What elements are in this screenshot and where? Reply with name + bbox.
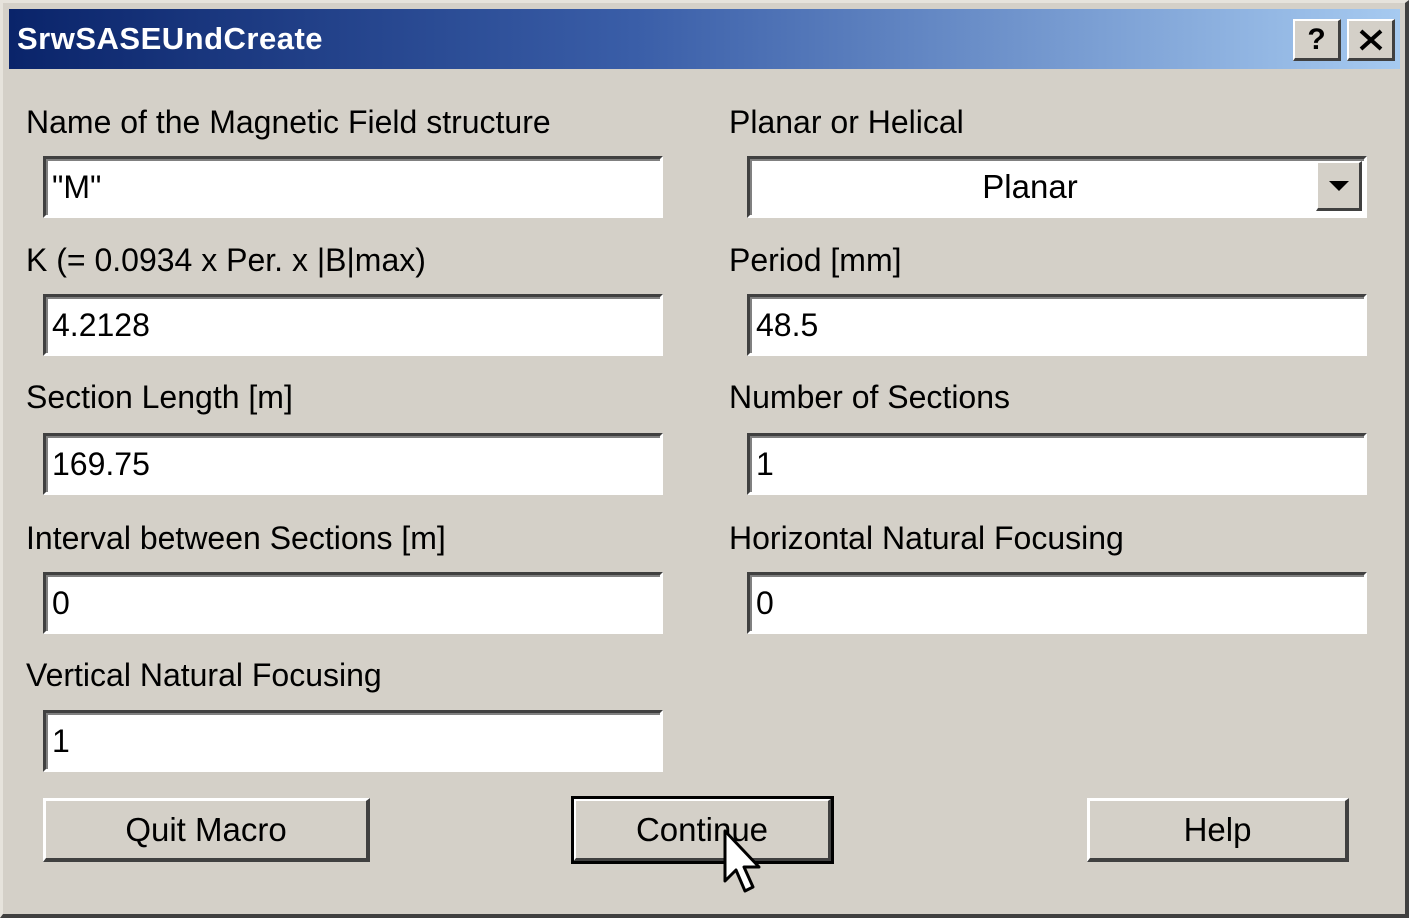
vert-focusing-label: Vertical Natural Focusing <box>26 657 382 693</box>
dialog-window: SrwSASEUndCreate ? Name of the Magnetic … <box>0 0 1409 918</box>
k-value-input[interactable]: 4.2128 <box>43 294 663 356</box>
period-input[interactable]: 48.5 <box>747 294 1367 356</box>
quit-macro-button[interactable]: Quit Macro <box>43 798 370 862</box>
close-icon <box>1359 29 1382 50</box>
k-value-label: K (= 0.0934 x Per. x |B|max) <box>26 242 426 278</box>
mouse-cursor-icon <box>723 829 761 893</box>
vert-focusing-input[interactable]: 1 <box>43 710 663 772</box>
planar-helical-select[interactable]: Planar <box>747 156 1367 218</box>
mag-name-label: Name of the Magnetic Field structure <box>26 104 551 140</box>
interval-label: Interval between Sections [m] <box>26 520 446 556</box>
num-sections-label: Number of Sections <box>729 379 1011 415</box>
section-length-input[interactable]: 169.75 <box>43 433 663 495</box>
horiz-focusing-label: Horizontal Natural Focusing <box>729 520 1124 556</box>
continue-button[interactable]: Continue <box>571 796 834 864</box>
num-sections-input[interactable]: 1 <box>747 433 1367 495</box>
mag-name-input[interactable]: "M" <box>43 156 663 218</box>
chevron-down-icon <box>1328 180 1349 191</box>
dropdown-button[interactable] <box>1316 161 1362 211</box>
planar-helical-value: Planar <box>982 168 1078 205</box>
help-button[interactable]: Help <box>1087 798 1349 862</box>
title-bar[interactable]: SrwSASEUndCreate ? <box>9 9 1400 69</box>
period-label: Period [mm] <box>729 242 902 278</box>
planar-helical-label: Planar or Helical <box>729 104 964 140</box>
window-title: SrwSASEUndCreate <box>17 21 324 56</box>
help-title-button[interactable]: ? <box>1293 19 1341 61</box>
horiz-focusing-input[interactable]: 0 <box>747 572 1367 634</box>
interval-input[interactable]: 0 <box>43 572 663 634</box>
section-length-label: Section Length [m] <box>26 379 293 415</box>
question-mark-icon: ? <box>1307 22 1326 56</box>
close-button[interactable] <box>1347 19 1395 61</box>
